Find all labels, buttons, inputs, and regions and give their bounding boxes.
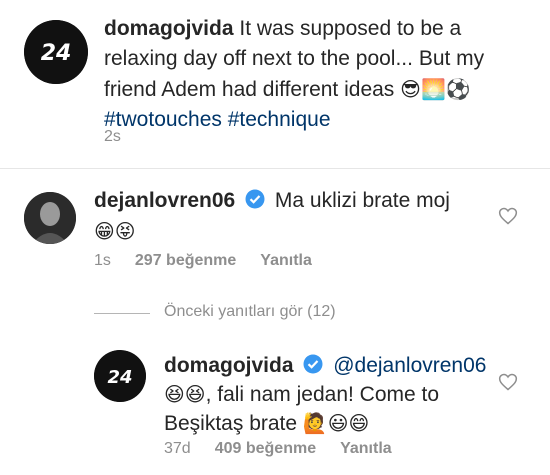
verified-badge-icon bbox=[245, 189, 265, 209]
like-heart-icon[interactable] bbox=[498, 372, 518, 392]
svg-text:24: 24 bbox=[107, 367, 132, 388]
profile-photo-icon bbox=[24, 192, 76, 244]
post-caption: domagojvida It was supposed to be a rela… bbox=[104, 14, 534, 135]
post-divider bbox=[0, 168, 550, 169]
post-time: 2s bbox=[104, 128, 121, 145]
reply-text: , fali nam jedan! Come to Beşiktaş brate bbox=[164, 383, 440, 435]
reply-reply-button[interactable]: Yanıtla bbox=[340, 440, 392, 458]
reply-body: domagojvida @dejanlovren06 😆😆, fali nam … bbox=[164, 352, 494, 438]
post-avatar[interactable]: 24 bbox=[24, 20, 88, 84]
comment-emojis: 😁😝 bbox=[94, 219, 136, 243]
reply-mention[interactable]: @dejanlovren06 bbox=[333, 354, 486, 377]
view-previous-replies[interactable]: Önceki yanıtları gör (12) bbox=[164, 303, 336, 321]
comment-avatar[interactable] bbox=[24, 192, 76, 244]
reply-lead-emojis: 😆😆 bbox=[164, 382, 206, 406]
svg-text:24: 24 bbox=[41, 41, 72, 66]
reply-avatar[interactable]: 24 bbox=[94, 350, 146, 402]
reply-meta: 37d 409 beğenme Yanıtla bbox=[164, 440, 392, 458]
reply-username[interactable]: domagojvida bbox=[164, 354, 294, 377]
domagojvida-logo-icon: 24 bbox=[94, 350, 146, 402]
reply-time: 37d bbox=[164, 440, 191, 457]
reply-likes[interactable]: 409 beğenme bbox=[215, 440, 316, 458]
comment-likes[interactable]: 297 beğenme bbox=[135, 252, 236, 270]
post-caption-emojis: 😎🌅⚽ bbox=[400, 77, 471, 101]
post-hashtags[interactable]: #twotouches #technique bbox=[104, 108, 331, 131]
reply-emojis: 🙋😃😄 bbox=[302, 411, 370, 435]
comment-meta: 1s 297 beğenme Yanıtla bbox=[94, 252, 312, 270]
comment-text: Ma uklizi brate moj bbox=[274, 189, 450, 212]
like-heart-icon[interactable] bbox=[498, 206, 518, 226]
verified-badge-icon bbox=[303, 354, 323, 374]
replies-line bbox=[94, 313, 150, 314]
comment-time: 1s bbox=[94, 252, 111, 269]
comment-body: dejanlovren06 Ma uklizi brate moj 😁😝 bbox=[94, 186, 474, 247]
comment-reply-button[interactable]: Yanıtla bbox=[260, 252, 312, 270]
domagojvida-logo-icon: 24 bbox=[24, 20, 88, 84]
comment-username[interactable]: dejanlovren06 bbox=[94, 189, 235, 212]
post-username[interactable]: domagojvida bbox=[104, 17, 234, 40]
